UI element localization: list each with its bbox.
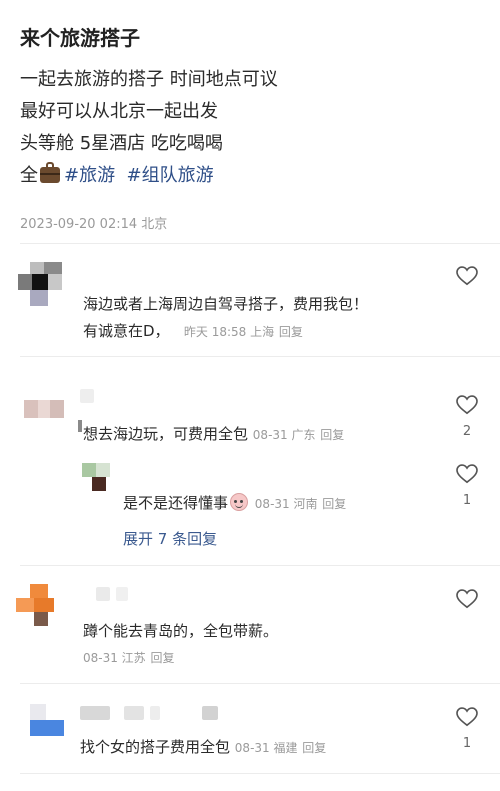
expand-replies-button[interactable]: 展开 7 条回复 [123, 528, 217, 549]
comment-text: 找个女的搭子费用全包 08-31 福建 回复 [80, 736, 326, 757]
post-meta: 2023-09-20 02:14 北京 [20, 217, 168, 232]
heart-icon[interactable] [456, 589, 478, 609]
comment-time-location: 08-31 福建 [234, 741, 298, 755]
avatar[interactable] [82, 463, 110, 491]
username[interactable] [80, 706, 110, 720]
comment-text: 海边或者上海周边自驾寻搭子，费用我包！ [83, 295, 369, 313]
reply-time-location: 08-31 河南 [254, 497, 318, 511]
reply-text-body: 是不是还得懂事 [123, 494, 229, 512]
avatar[interactable] [30, 704, 64, 736]
comment-time-location: 08-31 江苏 [83, 651, 146, 665]
hashtag-travel[interactable]: #旅游 [64, 165, 115, 186]
blush-face-emoji-icon [230, 493, 249, 511]
comment-text-body: 想去海边玩，可费用全包 [83, 425, 249, 443]
like-count: 1 [462, 736, 472, 751]
username[interactable] [80, 389, 94, 403]
post-title: 来个旅游搭子 [20, 26, 140, 50]
heart-icon[interactable] [456, 464, 478, 484]
comment-meta-row: 08-31 江苏 回复 [83, 648, 174, 666]
reply-button[interactable]: 回复 [150, 651, 174, 665]
reply-button[interactable]: 回复 [302, 741, 326, 755]
reply-button[interactable]: 回复 [320, 428, 344, 442]
username[interactable] [96, 587, 110, 601]
username-fragment [202, 706, 218, 720]
post-body-line-3: 头等舱 5星酒店 吃吃喝喝 [20, 133, 223, 154]
post-body-line-1: 一起去旅游的搭子 时间地点可议 [20, 69, 278, 90]
comment-text: 蹲个能去青岛的，全包带薪。 [83, 622, 279, 640]
comment-time-location: 昨天 18:58 上海 [183, 325, 275, 339]
reply-button[interactable]: 回复 [279, 325, 303, 339]
post-body-line-4: 全 #旅游 #组队旅游 [20, 161, 214, 187]
comment-time-location: 08-31 广东 [252, 428, 316, 442]
briefcase-emoji-icon [40, 162, 60, 183]
divider [20, 243, 500, 244]
divider [20, 683, 500, 684]
heart-icon[interactable] [456, 266, 478, 286]
divider [20, 356, 500, 357]
username-fragment [116, 587, 128, 601]
comment-text-body: 找个女的搭子费用全包 [80, 738, 231, 756]
avatar[interactable] [24, 400, 64, 418]
post-body-line-2: 最好可以从北京一起出发 [20, 101, 218, 122]
like-count: 2 [462, 424, 472, 439]
avatar[interactable] [16, 584, 60, 628]
avatar[interactable] [18, 262, 62, 306]
username-fragment [150, 706, 160, 720]
like-count: 1 [462, 493, 472, 508]
comment-text-cont: 有诚意在D， 昨天 18:58 上海 回复 [83, 320, 303, 341]
divider [20, 773, 500, 774]
heart-icon[interactable] [456, 707, 478, 727]
heart-icon[interactable] [456, 395, 478, 415]
post-line4-prefix: 全 [20, 165, 38, 186]
username-fragment [124, 706, 144, 720]
reply-text: 是不是还得懂事 08-31 河南 回复 [123, 492, 346, 513]
comment-text: 想去海边玩，可费用全包 08-31 广东 回复 [83, 423, 344, 444]
hashtag-team-travel[interactable]: #组队旅游 [127, 165, 214, 186]
divider [20, 565, 500, 566]
comment-text-line2: 有诚意在D， [83, 322, 170, 340]
reply-button[interactable]: 回复 [322, 497, 346, 511]
avatar-fragment [78, 420, 82, 432]
